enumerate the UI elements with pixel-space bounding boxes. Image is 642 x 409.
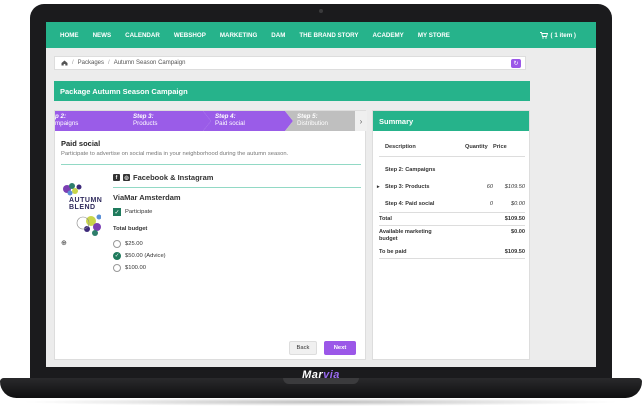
budget-label: Total budget <box>113 226 148 232</box>
budget-radio[interactable] <box>113 240 121 248</box>
back-button[interactable]: Back <box>289 341 317 355</box>
nav-item-news[interactable]: NEWS <box>93 32 112 39</box>
package-step-panel: p 2: mpaigns Step 3: Products Step 4: Pa… <box>54 110 367 360</box>
summary-divider <box>379 225 525 226</box>
step-3-products[interactable]: Step 3: Products <box>121 111 211 131</box>
thumbnail-text: AUTUMN BLEND <box>69 197 103 212</box>
refresh-icon: ↻ <box>513 61 519 67</box>
top-navigation: HOME NEWS CALENDAR WEBSHOP MARKETING DAM… <box>46 22 596 48</box>
summary-divider <box>379 258 525 259</box>
nav-item-my-store[interactable]: MY STORE <box>418 32 450 39</box>
campaign-thumbnail[interactable]: AUTUMN BLEND <box>61 181 103 237</box>
store-name: ViaMar Amsterdam <box>113 193 181 202</box>
nav-item-marketing[interactable]: MARKETING <box>220 32 257 39</box>
package-title: Package Autumn Season Campaign <box>54 81 530 101</box>
laptop-shadow <box>20 398 622 406</box>
breadcrumb-packages[interactable]: Packages <box>78 60 104 66</box>
budget-radio[interactable] <box>113 264 121 272</box>
refresh-button[interactable]: ↻ <box>511 59 521 68</box>
summary-title: Summary <box>373 111 529 131</box>
steps-scroll-right[interactable]: › <box>355 111 367 131</box>
summary-panel: Summary Description Quantity Price Step … <box>372 110 530 360</box>
cart-icon <box>539 31 548 39</box>
budget-radio-selected[interactable]: ✓ <box>113 252 121 260</box>
col-description: Description <box>385 144 416 150</box>
section-title: Paid social <box>61 139 101 148</box>
divider <box>61 164 361 165</box>
budget-option-50[interactable]: ✓ $50.00 (Advice) <box>113 252 166 260</box>
breadcrumb: / Packages / Autumn Season Campaign ↻ <box>54 56 526 70</box>
participate-checkbox[interactable]: ✓ <box>113 208 121 216</box>
summary-divider <box>379 212 525 213</box>
budget-option-100[interactable]: $100.00 <box>113 264 146 272</box>
step-5-distribution[interactable]: Step 5: Distribution <box>285 111 365 131</box>
zoom-icon[interactable]: ⊕ <box>61 239 67 247</box>
col-price: Price <box>493 144 507 150</box>
participate-label: Participate <box>125 209 153 215</box>
col-quantity: Quantity <box>465 144 488 150</box>
nav-item-calendar[interactable]: CALENDAR <box>125 32 160 39</box>
instagram-icon: ◎ <box>123 174 130 181</box>
step-2-campaigns[interactable]: p 2: mpaigns <box>55 111 131 131</box>
breadcrumb-separator: / <box>72 60 74 66</box>
nav-item-dam[interactable]: DAM <box>271 32 285 39</box>
facebook-icon: f <box>113 174 120 181</box>
social-channel: f ◎ Facebook & Instagram <box>113 173 213 182</box>
next-button[interactable]: Next <box>324 341 356 355</box>
section-description: Participate to advertise on social media… <box>61 151 289 157</box>
breadcrumb-separator: / <box>108 60 110 66</box>
step-4-paid-social[interactable]: Step 4: Paid social <box>203 111 293 131</box>
summary-divider <box>379 156 525 157</box>
nav-item-academy[interactable]: ACADEMY <box>373 32 404 39</box>
caret-right-icon: ▸ <box>377 184 380 190</box>
home-icon[interactable] <box>61 60 68 66</box>
summary-columns: Description Quantity Price <box>373 144 531 154</box>
divider <box>113 187 361 188</box>
participate-option[interactable]: ✓ Participate <box>113 208 152 216</box>
social-channel-label: Facebook & Instagram <box>133 173 214 182</box>
nav-item-home[interactable]: HOME <box>60 32 79 39</box>
budget-option-25[interactable]: $25.00 <box>113 240 143 248</box>
nav-item-brand-story[interactable]: THE BRAND STORY <box>299 32 358 39</box>
cart-button[interactable]: ( 1 item ) <box>539 31 576 39</box>
nav-item-webshop[interactable]: WEBSHOP <box>174 32 206 39</box>
camera-icon <box>319 9 323 13</box>
step-progress: p 2: mpaigns Step 3: Products Step 4: Pa… <box>55 111 367 131</box>
breadcrumb-current: Autumn Season Campaign <box>113 60 186 66</box>
chevron-right-icon: › <box>359 116 363 126</box>
cart-count: ( 1 item ) <box>550 31 576 39</box>
screen: HOME NEWS CALENDAR WEBSHOP MARKETING DAM… <box>46 22 596 367</box>
brand-logo: Mar via <box>302 369 340 381</box>
